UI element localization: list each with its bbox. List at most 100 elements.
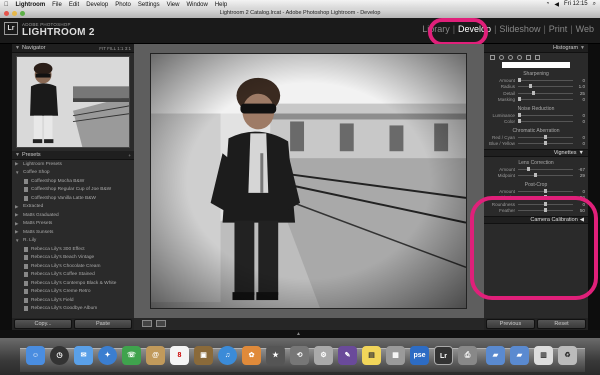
main-photo[interactable] <box>150 53 467 309</box>
adjustment-brush-tool-icon[interactable] <box>535 54 540 60</box>
graduated-filter-tool-icon[interactable] <box>526 54 531 60</box>
preset-folder[interactable]: ▶ Matts Graduated <box>12 211 134 220</box>
spot-removal-tool-icon[interactable] <box>508 54 513 60</box>
trash-icon[interactable]: ♻ <box>558 346 577 365</box>
module-print[interactable]: Print <box>549 24 568 34</box>
navigator-zoom-options[interactable]: FIT FILL 1:1 3:1 <box>99 46 131 51</box>
collapse-triangle-icon[interactable]: ▼ <box>15 170 20 175</box>
expand-triangle-icon[interactable]: ▶ <box>15 204 20 210</box>
menu-file[interactable]: File <box>52 2 62 8</box>
menu-clock[interactable]: Fri 12:15 <box>564 1 588 8</box>
app-icon[interactable]: ✎ <box>338 346 357 365</box>
module-slideshow[interactable]: Slideshow <box>499 24 540 34</box>
noise-color-slider[interactable]: Color 0 <box>484 119 588 126</box>
show-filmstrip-icon[interactable]: ▲ <box>296 331 301 337</box>
applications-folder-icon[interactable]: ▰ <box>486 346 505 365</box>
presets-header[interactable]: ▼ Presets + <box>12 151 134 160</box>
previous-button[interactable]: Previous <box>486 319 535 329</box>
zoom-window-icon[interactable] <box>20 11 25 16</box>
preview-icon[interactable]: ▣ <box>194 346 213 365</box>
expand-triangle-icon[interactable]: ▶ <box>15 161 20 167</box>
expand-triangle-icon[interactable]: ▶ <box>15 212 20 218</box>
expand-triangle-icon[interactable]: ▶ <box>15 221 20 227</box>
menu-window[interactable]: Window <box>186 2 207 8</box>
copy-button[interactable]: Copy... <box>14 319 72 329</box>
dashboard-icon[interactable]: ◷ <box>50 346 69 365</box>
imovie-icon[interactable]: ★ <box>266 346 285 365</box>
preset-item[interactable]: Rebecca Lily's Beach Vintage <box>12 254 134 263</box>
collapse-triangle-icon[interactable]: ▼ <box>580 45 585 51</box>
blue-yellow-slider[interactable]: Blue / Yellow 0 <box>484 141 588 148</box>
collapse-triangle-icon[interactable]: ▼ <box>579 150 584 156</box>
volume-icon[interactable]: ◀ <box>554 1 559 8</box>
minimize-window-icon[interactable] <box>12 11 17 16</box>
before-after-view-icon[interactable] <box>156 320 166 327</box>
preset-folder[interactable]: ▼ Coffee Shop <box>12 169 134 178</box>
address-book-icon[interactable]: @ <box>146 346 165 365</box>
preset-folder[interactable]: ▶ Matts Sunsets <box>12 228 134 237</box>
preset-item[interactable]: Rebecca Lily's Field <box>12 296 134 305</box>
preset-item[interactable]: CoffeeShop Vanilla Latte B&W <box>12 194 134 203</box>
preset-icon <box>24 297 28 303</box>
preset-item[interactable]: Rebecca Lily's Contempo Black & White <box>12 279 134 288</box>
ical-icon[interactable]: 8 <box>170 346 189 365</box>
preset-item[interactable]: CoffeeShop Regular Cup of Joe B&W <box>12 186 134 195</box>
app-icon[interactable]: ⎙ <box>458 346 477 365</box>
add-preset-icon[interactable]: + <box>128 153 131 158</box>
menu-app-name[interactable]: Lightroom <box>16 2 46 8</box>
expand-triangle-icon[interactable]: ▶ <box>15 229 20 235</box>
itunes-icon[interactable]: ♫ <box>218 346 237 365</box>
preset-folder[interactable]: ▼ R. Lily <box>12 237 134 246</box>
menu-edit[interactable]: Edit <box>69 2 79 8</box>
stickies-icon[interactable]: ▤ <box>362 346 381 365</box>
grid-tool-icon[interactable] <box>490 54 495 60</box>
loupe-view-icon[interactable] <box>142 320 152 327</box>
reset-button[interactable]: Reset <box>537 319 586 329</box>
mail-icon[interactable]: ✉ <box>74 346 93 365</box>
navigator-preview[interactable] <box>16 56 130 148</box>
preset-item[interactable]: Rebecca Lily's Coffee Stained <box>12 271 134 280</box>
wifi-icon[interactable]: ◔ <box>546 1 550 8</box>
menu-photo[interactable]: Photo <box>115 2 131 8</box>
vignettes-header[interactable]: Vignettes ▼ <box>484 149 588 157</box>
menu-help[interactable]: Help <box>215 2 227 8</box>
spotlight-icon[interactable]: ⌕ <box>593 1 596 8</box>
preset-item[interactable]: Rebecca Lily's Chocolate Cream <box>12 262 134 271</box>
finder-icon[interactable]: ☺ <box>26 346 45 365</box>
tool-options-bar[interactable] <box>502 62 570 68</box>
preset-item[interactable]: CoffeeShop Mocha B&W <box>12 177 134 186</box>
preset-folder[interactable]: ▶ Lightroom Presets <box>12 160 134 169</box>
collapse-triangle-icon[interactable]: ▼ <box>15 238 20 243</box>
lightroom-dock-icon[interactable]: Lr <box>434 346 453 365</box>
preset-folder[interactable]: ▶ Extracted <box>12 203 134 212</box>
safari-icon[interactable]: ✦ <box>98 346 117 365</box>
red-eye-tool-icon[interactable] <box>517 54 522 60</box>
app-icon[interactable]: ▦ <box>386 346 405 365</box>
ichat-icon[interactable]: ☏ <box>122 346 141 365</box>
system-preferences-icon[interactable]: ⚙ <box>314 346 333 365</box>
histogram-header[interactable]: Histogram ▼ <box>484 44 588 53</box>
paste-button[interactable]: Paste <box>74 319 132 329</box>
downloads-stack-icon[interactable]: ▥ <box>534 346 553 365</box>
menu-view[interactable]: View <box>167 2 180 8</box>
lightroom-logo: Lr <box>4 22 18 35</box>
close-window-icon[interactable] <box>4 11 9 16</box>
time-machine-icon[interactable]: ⟲ <box>290 346 309 365</box>
preset-item[interactable]: Rebecca Lily's Goodbye Album <box>12 305 134 314</box>
crop-tool-icon[interactable] <box>499 54 504 60</box>
collapse-triangle-icon[interactable]: ▼ <box>15 45 20 51</box>
navigator-header[interactable]: ▼ Navigator FIT FILL 1:1 3:1 <box>12 44 134 53</box>
iphoto-icon[interactable]: ✿ <box>242 346 261 365</box>
menu-develop[interactable]: Develop <box>86 2 108 8</box>
module-web[interactable]: Web <box>576 24 594 34</box>
preset-item[interactable]: Rebecca Lily's Creme Retro <box>12 288 134 297</box>
apple-menu-icon[interactable]:  <box>4 2 9 8</box>
collapse-triangle-icon[interactable]: ▼ <box>15 152 20 158</box>
preset-folder[interactable]: ▶ Matts Presets <box>12 220 134 229</box>
preset-item[interactable]: Rebecca Lily's 300 Effect <box>12 245 134 254</box>
photoshop-elements-icon[interactable]: pse <box>410 346 429 365</box>
lens-midpoint-slider[interactable]: Midpoint 29 <box>484 173 588 180</box>
documents-folder-icon[interactable]: ▰ <box>510 346 529 365</box>
menu-settings[interactable]: Settings <box>138 2 160 8</box>
sharpening-masking-slider[interactable]: Masking 0 <box>484 97 588 104</box>
